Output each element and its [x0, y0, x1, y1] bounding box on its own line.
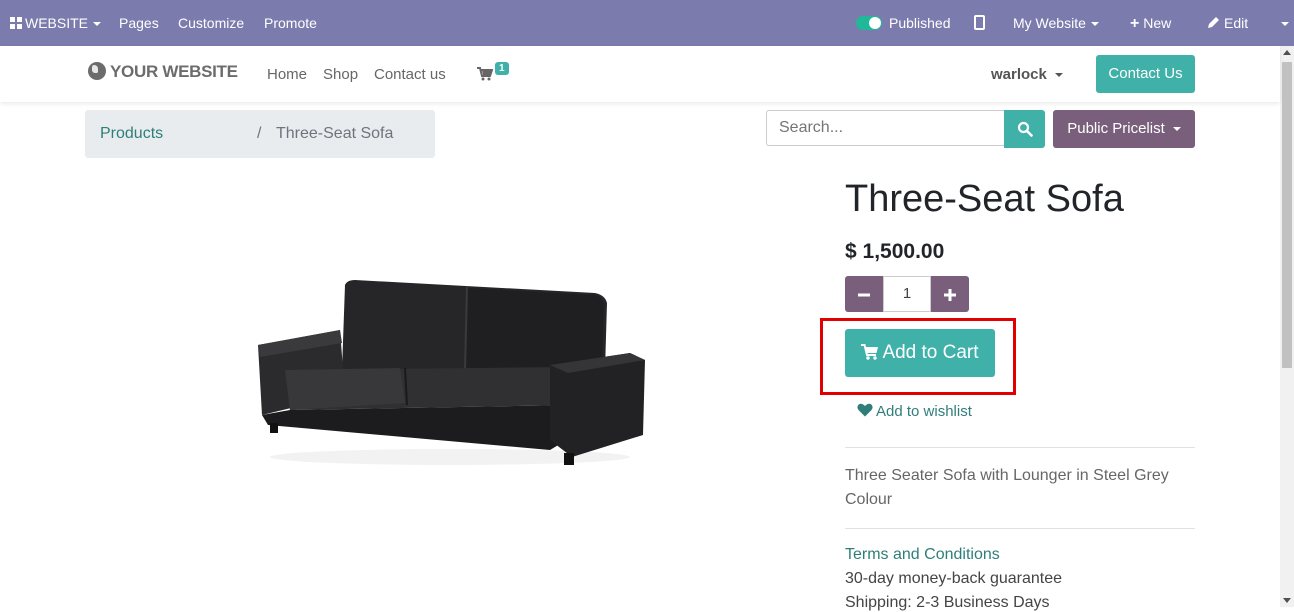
published-toggle[interactable]: Published [856, 0, 951, 46]
divider [845, 447, 1195, 448]
apps-grid-icon [10, 17, 22, 29]
my-website-menu[interactable]: My Website [1013, 0, 1099, 46]
caret-down-icon [1281, 22, 1289, 27]
plus-icon [944, 289, 956, 301]
highlight-box [820, 318, 1016, 395]
terms-and-conditions-link[interactable]: Terms and Conditions [845, 546, 1000, 564]
nav-shop[interactable]: Shop [323, 66, 358, 83]
shopping-cart-icon[interactable] [477, 67, 493, 81]
caret-down-icon [1172, 127, 1181, 132]
edit-button[interactable]: Edit [1207, 0, 1248, 46]
quantity-increase-button[interactable] [931, 276, 969, 312]
shipping-text: Shipping: 2-3 Business Days [845, 594, 1050, 611]
divider [845, 528, 1195, 529]
quantity-decrease-button[interactable] [845, 276, 883, 312]
caret-down-icon [1054, 73, 1063, 78]
globe-icon [88, 62, 106, 80]
search-input[interactable] [766, 110, 1004, 146]
minus-icon [858, 293, 870, 297]
breadcrumb-products-link[interactable]: Products [100, 110, 163, 158]
website-menu[interactable]: WEBSITE [10, 0, 102, 46]
new-button[interactable]: + New [1130, 0, 1171, 46]
editor-topbar: WEBSITE Pages Customize Promote Publishe… [0, 0, 1294, 46]
pencil-icon [1208, 17, 1219, 28]
pages-menu[interactable]: Pages [119, 0, 159, 46]
breadcrumb-current: Three-Seat Sofa [276, 125, 394, 142]
quantity-input[interactable]: 1 [883, 276, 931, 312]
promote-menu[interactable]: Promote [264, 0, 317, 46]
mobile-phone-icon [974, 15, 985, 30]
search-button[interactable] [1004, 110, 1045, 148]
product-image [258, 280, 645, 465]
add-to-wishlist-link[interactable]: Add to wishlist [857, 403, 972, 420]
search-icon [1017, 121, 1033, 137]
scroll-up-arrow-icon[interactable] [1283, 50, 1291, 55]
user-menu[interactable]: warlock [991, 66, 1063, 83]
plus-icon: + [1130, 15, 1140, 32]
nav-home[interactable]: Home [267, 66, 307, 83]
breadcrumb-separator: / [257, 125, 262, 142]
customize-menu[interactable]: Customize [178, 0, 244, 46]
caret-down-icon [1090, 22, 1099, 27]
guarantee-text: 30-day money-back guarantee [845, 570, 1063, 587]
more-menu[interactable] [1276, 0, 1289, 46]
caret-down-icon [93, 22, 102, 27]
product-price: $ 1,500.00 [845, 240, 945, 263]
pricelist-dropdown[interactable]: Public Pricelist [1053, 110, 1195, 148]
breadcrumb: Products / Three-Seat Sofa [85, 110, 435, 158]
site-logo[interactable]: YOUR WEBSITE [88, 62, 238, 86]
product-title: Three-Seat Sofa [845, 178, 1124, 220]
toggle-switch-icon [856, 16, 882, 30]
cart-count-badge: 1 [495, 62, 509, 75]
heart-icon [857, 403, 873, 417]
mobile-preview-button[interactable] [974, 0, 985, 46]
contact-us-button[interactable]: Contact Us [1096, 55, 1195, 93]
product-description: Three Seater Sofa with Lounger in Steel … [845, 467, 1169, 508]
scrollbar-thumb[interactable] [1282, 62, 1292, 368]
scroll-down-arrow-icon[interactable] [1283, 598, 1291, 603]
nav-contact-us[interactable]: Contact us [374, 66, 446, 83]
